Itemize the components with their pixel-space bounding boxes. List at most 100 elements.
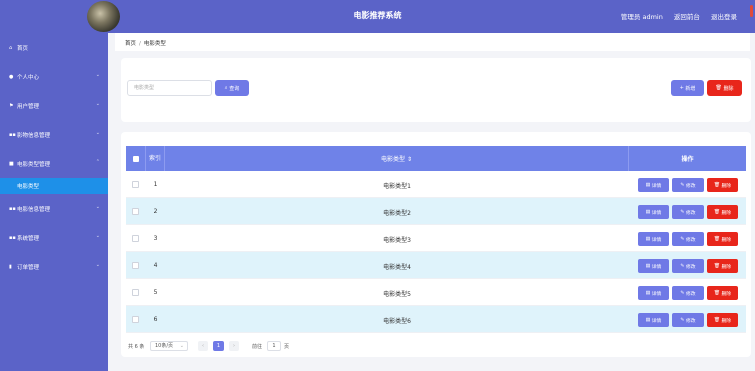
row-checkbox[interactable] [132, 316, 139, 323]
row-checkbox[interactable] [132, 235, 139, 242]
page-number-button[interactable]: 1 [213, 341, 224, 351]
sidebar-item-label: 系统管理 [17, 235, 40, 242]
breadcrumb-separator: / [139, 41, 141, 47]
edit-button[interactable]: ✎ 修改 [672, 259, 704, 273]
next-page-button[interactable]: › [229, 341, 239, 351]
delete-button-label: 删除 [721, 183, 732, 189]
edit-button[interactable]: ✎ 修改 [672, 286, 704, 300]
detail-button-label: 详情 [651, 264, 662, 270]
row-index: 1 [153, 181, 158, 188]
row-movie-type: 电影类型1 [383, 183, 411, 190]
goto-page-input[interactable]: 1 [267, 341, 281, 351]
breadcrumb-current: 电影类型 [143, 41, 166, 47]
delete-button[interactable]: 🗑 删除 [707, 178, 738, 192]
delete-button-label: 删除 [723, 85, 734, 92]
detail-button[interactable]: ▤ 详情 [638, 205, 669, 219]
delete-button-label: 删除 [721, 264, 732, 270]
home-icon: ⌂ [9, 44, 13, 51]
edit-button-label: 修改 [685, 264, 696, 270]
trash-icon: 🗑 [713, 236, 722, 242]
delete-button[interactable]: 🗑 删除 [707, 286, 738, 300]
chevron-down-icon: ⌄ [95, 130, 100, 136]
admin-label: 管理员 admin [620, 13, 663, 21]
sidebar-item-label: 电影类型管理 [17, 161, 51, 168]
chevron-down-icon: ⌄ [95, 72, 100, 78]
detail-button-label: 详情 [651, 210, 662, 216]
chart-icon: ▮ [9, 263, 12, 270]
delete-button[interactable]: 🗑 删除 [707, 205, 738, 219]
sidebar-item-item-info[interactable]: ▪▪ 影物信息管理 ⌄ [0, 120, 108, 149]
scrollbar[interactable] [750, 5, 753, 17]
row-movie-type: 电影类型2 [383, 210, 411, 217]
table-row: 3 电影类型3 ▤ 详情 ✎ 修改 🗑 删除 [126, 225, 746, 252]
sidebar-item-profile[interactable]: ● 个人中心 ⌄ [0, 62, 108, 91]
sidebar-item-label: 订单管理 [17, 264, 40, 271]
header-movie-type[interactable]: 电影类型 ⇕ [165, 146, 629, 171]
search-button[interactable]: ⌕ 查询 [215, 80, 249, 96]
sidebar-item-label: 首页 [17, 45, 29, 52]
chevron-down-icon: ⌄ [95, 262, 100, 268]
detail-button[interactable]: ▤ 详情 [638, 259, 669, 273]
edit-button[interactable]: ✎ 修改 [672, 232, 704, 246]
row-checkbox[interactable] [132, 208, 139, 215]
sidebar-item-label: 用户管理 [17, 103, 40, 110]
edit-button[interactable]: ✎ 修改 [672, 313, 704, 327]
delete-button-label: 删除 [721, 210, 732, 216]
row-checkbox[interactable] [132, 181, 139, 188]
table-row: 6 电影类型6 ▤ 详情 ✎ 修改 🗑 删除 [126, 306, 746, 333]
breadcrumb-home[interactable]: 首页 [125, 41, 136, 47]
edit-button-label: 修改 [685, 318, 696, 324]
flag-icon: ⚑ [9, 102, 14, 109]
row-index: 3 [153, 235, 158, 242]
page-size-value: 10条/页 [155, 343, 174, 349]
header-index: 索引 [146, 146, 165, 171]
row-checkbox[interactable] [132, 262, 139, 269]
table-row: 2 电影类型2 ▤ 详情 ✎ 修改 🗑 删除 [126, 198, 746, 225]
detail-button[interactable]: ▤ 详情 [638, 178, 669, 192]
header-operations: 操作 [681, 156, 694, 163]
detail-button[interactable]: ▤ 详情 [638, 313, 669, 327]
top-bar: 电影推荐系统 管理员 admin 返回前台 退出登录 [0, 0, 755, 33]
select-all-checkbox[interactable] [132, 155, 139, 162]
chevron-down-icon: ⌄ [95, 204, 100, 210]
search-input[interactable] [127, 80, 212, 96]
sidebar-item-system[interactable]: ▪▪ 系统管理 ⌄ [0, 223, 108, 252]
sidebar-item-movie-info[interactable]: ▪▪ 电影信息管理 ⌄ [0, 194, 108, 223]
trash-icon: 🗑 [713, 263, 722, 269]
batch-delete-button[interactable]: 🗑 删除 [707, 80, 742, 96]
sidebar-item-movie-type-mgmt[interactable]: ■ 电影类型管理 ⌃ [0, 149, 108, 178]
table-row: 1 电影类型1 ▤ 详情 ✎ 修改 🗑 删除 [126, 171, 746, 198]
row-checkbox[interactable] [132, 289, 139, 296]
sidebar-item-label: 个人中心 [17, 74, 40, 81]
row-index: 2 [153, 208, 158, 215]
edit-button[interactable]: ✎ 修改 [672, 205, 704, 219]
sidebar-subitem-movie-type[interactable]: 电影类型 [0, 178, 108, 194]
delete-button-label: 删除 [721, 291, 732, 297]
detail-button-label: 详情 [651, 318, 662, 324]
edit-button[interactable]: ✎ 修改 [672, 178, 704, 192]
detail-button[interactable]: ▤ 详情 [638, 232, 669, 246]
goto-unit: 页 [284, 344, 290, 350]
grid-icon: ▪▪ [9, 234, 16, 241]
delete-button[interactable]: 🗑 删除 [707, 232, 738, 246]
prev-page-button[interactable]: ‹ [198, 341, 208, 351]
sidebar-item-orders[interactable]: ▮ 订单管理 ⌄ [0, 252, 108, 281]
logout-link[interactable]: 退出登录 [711, 13, 737, 21]
delete-button[interactable]: 🗑 删除 [707, 313, 738, 327]
edit-button-label: 修改 [685, 237, 696, 243]
chevron-up-icon: ⌃ [95, 159, 100, 165]
sidebar-item-home[interactable]: ⌂ 首页 [0, 33, 108, 62]
goto-label: 前往 [252, 344, 263, 350]
chevron-down-icon: ⌄ [95, 233, 100, 239]
sidebar-item-label: 电影信息管理 [17, 206, 51, 213]
user-icon: ● [9, 73, 14, 80]
grid-icon: ▪▪ [9, 205, 16, 212]
detail-button-label: 详情 [651, 291, 662, 297]
add-button[interactable]: + 新增 [671, 80, 704, 96]
detail-button[interactable]: ▤ 详情 [638, 286, 669, 300]
back-to-frontend-link[interactable]: 返回前台 [674, 13, 700, 21]
sidebar-item-label: 影物信息管理 [17, 132, 51, 139]
sidebar-item-users[interactable]: ⚑ 用户管理 ⌄ [0, 91, 108, 120]
page-size-select[interactable]: 10条/页 ⌄ [150, 341, 188, 351]
delete-button[interactable]: 🗑 删除 [707, 259, 738, 273]
